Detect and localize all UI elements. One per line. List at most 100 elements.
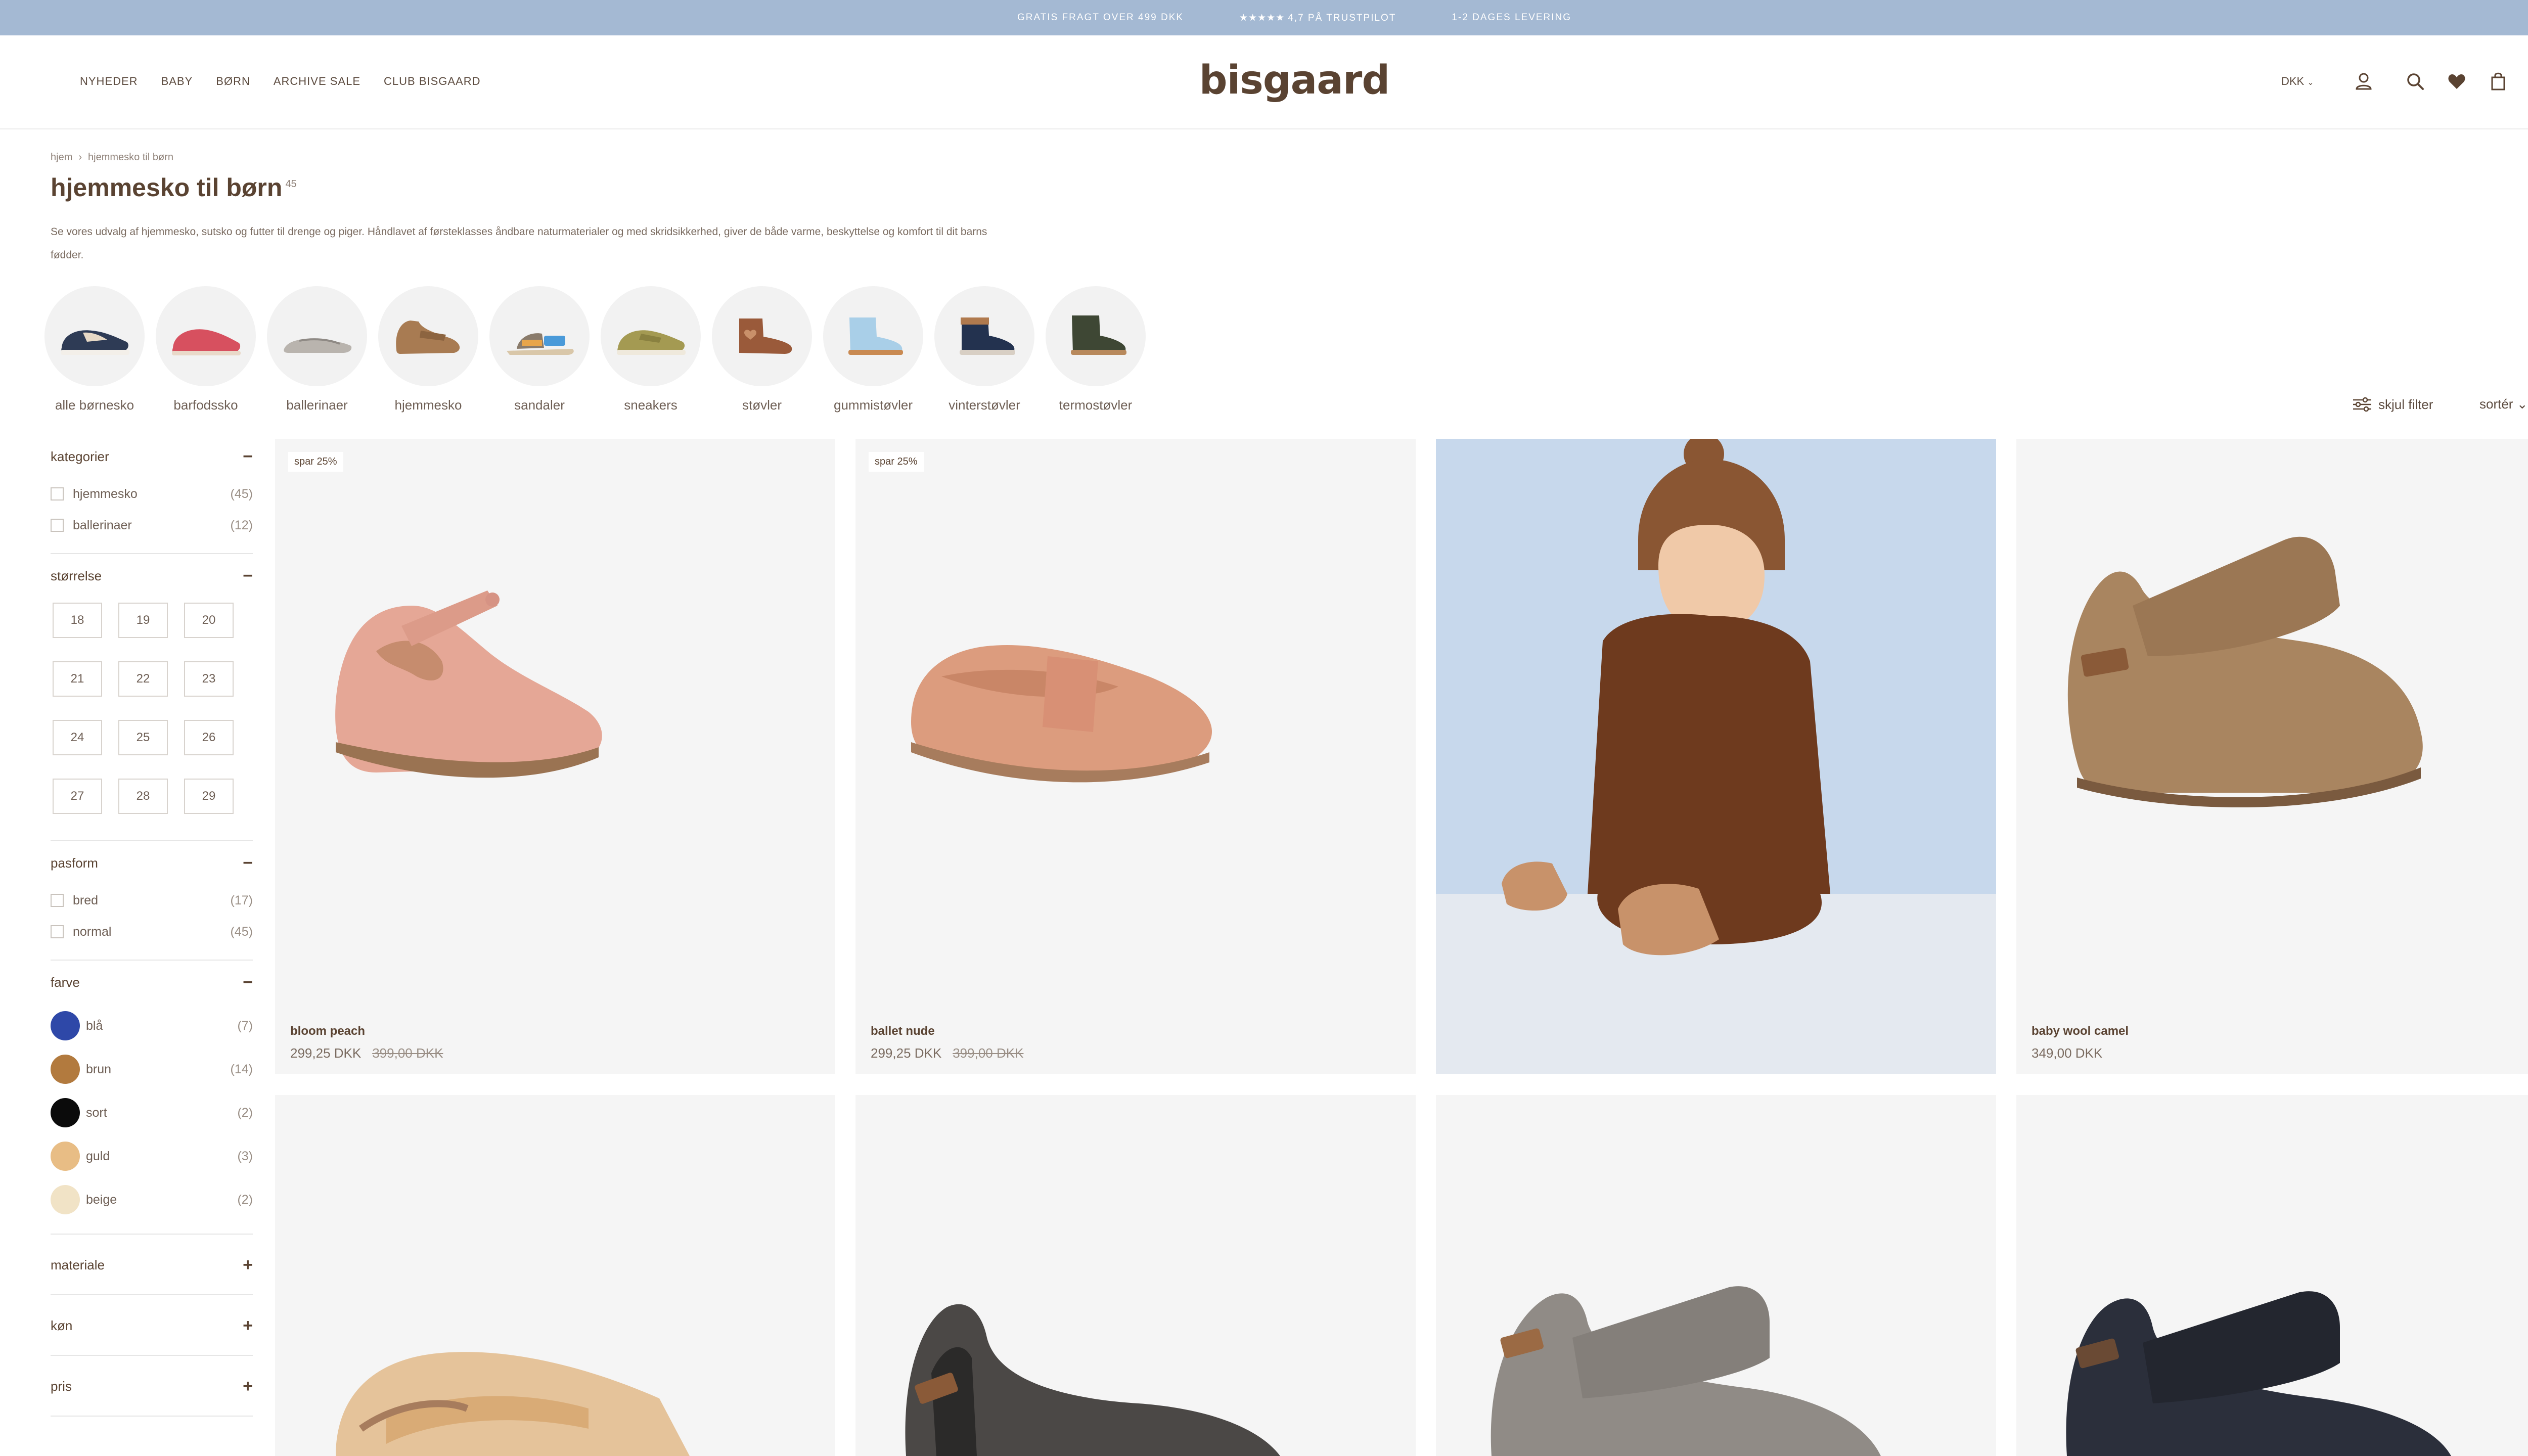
size-option[interactable]: 29 (184, 779, 234, 814)
category-ballerinaer[interactable]: ballerinaer (267, 286, 367, 413)
product-image (335, 590, 602, 778)
category-label: barfodssko (173, 397, 238, 413)
category-sandaler[interactable]: sandaler (489, 286, 590, 413)
category-carousel: alle børnesko barfodssko ballerinaer hje… (44, 286, 1146, 413)
product-image (1491, 1286, 1881, 1456)
category-label: støvler (742, 397, 782, 413)
chevron-down-icon: ⌄ (2516, 396, 2528, 412)
category-label: gummistøvler (833, 397, 913, 413)
product-card-lifestyle[interactable] (1436, 439, 1996, 1074)
shopping-bag-icon[interactable] (2485, 68, 2512, 95)
page-title-text: hjemmesko til børn (51, 173, 283, 202)
filter-option-hjemmesko[interactable]: hjemmesko (45) (51, 478, 253, 510)
sort-dropdown[interactable]: sortér ⌄ (2479, 396, 2528, 412)
product-name[interactable]: baby wool camel (2032, 1024, 2129, 1038)
product-card-grey-slipper-dark[interactable] (855, 1095, 1416, 1456)
collapse-icon: − (243, 566, 253, 585)
hide-filter-button[interactable]: skjul filter (2352, 396, 2433, 413)
category-sneakers[interactable]: sneakers (601, 286, 701, 413)
original-price: 399,00 DKK (372, 1045, 443, 1061)
product-card-grey-wool[interactable] (1436, 1095, 1996, 1456)
category-termostovler[interactable]: termostøvler (1046, 286, 1146, 413)
filter-option-bred[interactable]: bred (17) (51, 885, 253, 916)
product-card-gold-ballerina[interactable] (275, 1095, 835, 1456)
checkbox[interactable] (51, 519, 64, 532)
color-option-brun[interactable]: brun (14) (51, 1048, 253, 1091)
trustpilot-text: 4,7 PÅ TRUSTPILOT (1288, 12, 1396, 23)
filter-option-ballerinaer[interactable]: ballerinaer (12) (51, 510, 253, 541)
option-label: brun (86, 1062, 112, 1076)
size-option[interactable]: 23 (184, 661, 234, 697)
color-option-beige[interactable]: beige (2) (51, 1178, 253, 1221)
site-logo[interactable]: bisgaard (0, 58, 2528, 103)
original-price: 399,00 DKK (953, 1045, 1024, 1061)
product-card-ballet-nude[interactable]: spar 25% ballet nude 299,25 DKK 399,00 DK… (855, 439, 1416, 1074)
category-image (44, 286, 145, 386)
category-image (489, 286, 590, 386)
category-stovler[interactable]: støvler (712, 286, 812, 413)
color-swatch (51, 1098, 80, 1127)
product-name[interactable]: bloom peach (290, 1024, 365, 1038)
size-option[interactable]: 19 (118, 603, 168, 638)
filter-header[interactable]: køn + (51, 1295, 253, 1356)
category-vinterstovler[interactable]: vinterstøvler (934, 286, 1034, 413)
option-label: guld (86, 1149, 110, 1163)
size-option[interactable]: 24 (53, 720, 102, 755)
chevron-down-icon: ⌄ (2307, 78, 2314, 87)
size-option[interactable]: 22 (118, 661, 168, 697)
currency-label: DKK (2281, 75, 2305, 87)
filter-header[interactable]: størrelse − (51, 554, 253, 598)
sliders-icon (2353, 397, 2371, 412)
category-hjemmesko[interactable]: hjemmesko (378, 286, 478, 413)
collapse-icon: − (243, 853, 253, 873)
checkbox[interactable] (51, 925, 64, 938)
filter-header[interactable]: pris + (51, 1356, 253, 1417)
color-option-bla[interactable]: blå (7) (51, 1004, 253, 1048)
size-option[interactable]: 18 (53, 603, 102, 638)
currency-selector[interactable]: DKK ⌄ (2281, 75, 2314, 88)
size-option[interactable]: 26 (184, 720, 234, 755)
filter-header[interactable]: farve − (51, 961, 253, 1004)
option-label: blå (86, 1018, 103, 1033)
category-gummistovler[interactable]: gummistøvler (823, 286, 923, 413)
category-image (823, 286, 923, 386)
product-card-navy-wool[interactable] (2016, 1095, 2528, 1456)
filter-group-kategorier: kategorier − hjemmesko (45) ballerinaer (12… (51, 435, 253, 554)
product-card-bloom-peach[interactable]: spar 25% bloom peach 299,25 DKK 399,00 DK… (275, 439, 835, 1074)
product-name[interactable]: ballet nude (871, 1024, 935, 1038)
option-label: bred (73, 893, 99, 907)
size-option[interactable]: 28 (118, 779, 168, 814)
checkbox[interactable] (51, 487, 64, 500)
category-label: sandaler (514, 397, 565, 413)
account-icon[interactable] (2350, 68, 2377, 95)
checkbox[interactable] (51, 894, 64, 907)
size-option[interactable]: 27 (53, 779, 102, 814)
search-icon[interactable] (2402, 68, 2429, 95)
option-count: (14) (230, 1062, 253, 1076)
filter-group-pasform: pasform − bred (17) normal (45) (51, 841, 253, 961)
filter-header[interactable]: pasform − (51, 841, 253, 885)
option-count: (45) (230, 924, 253, 939)
color-option-sort[interactable]: sort (2) (51, 1091, 253, 1134)
heart-icon[interactable] (2443, 68, 2470, 95)
size-option[interactable]: 25 (118, 720, 168, 755)
breadcrumb-home[interactable]: hjem (51, 152, 72, 163)
product-card-baby-wool-camel[interactable]: baby wool camel 349,00 DKK (2016, 439, 2528, 1074)
category-alle-bornesko[interactable]: alle børnesko (44, 286, 145, 413)
category-barfodssko[interactable]: barfodssko (156, 286, 256, 413)
filter-header[interactable]: materiale + (51, 1235, 253, 1295)
site-header: NYHEDER BABY BØRN ARCHIVE SALE CLUB BISG… (0, 35, 2528, 129)
delivery-text: 1-2 DAGES LEVERING (1452, 12, 1572, 23)
color-swatch (51, 1185, 80, 1214)
option-count: (45) (230, 486, 253, 501)
option-label: ballerinaer (73, 518, 132, 532)
filter-title: størrelse (51, 568, 102, 583)
filter-header[interactable]: kategorier − (51, 435, 253, 478)
color-option-guld[interactable]: guld (3) (51, 1134, 253, 1178)
size-option[interactable]: 20 (184, 603, 234, 638)
filter-option-normal[interactable]: normal (45) (51, 916, 253, 947)
trustpilot-rating[interactable]: ★★★★★ 4,7 PÅ TRUSTPILOT (1239, 12, 1396, 24)
filter-group-farve: farve − blå (7) brun (14) sort (2) guld (3) b… (51, 961, 253, 1235)
color-swatch (51, 1011, 80, 1040)
size-option[interactable]: 21 (53, 661, 102, 697)
